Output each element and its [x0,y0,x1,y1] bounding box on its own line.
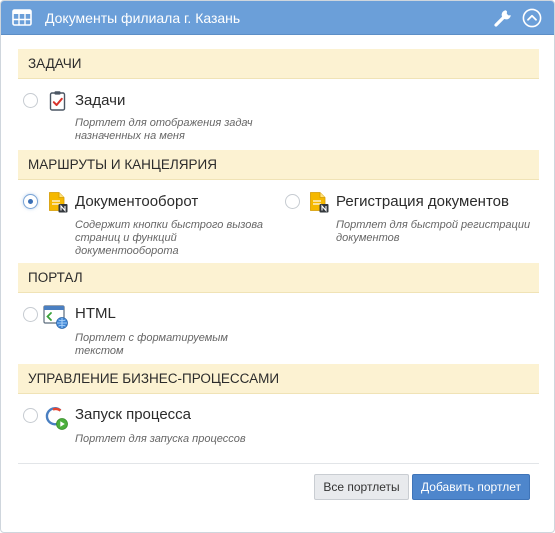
footer-divider [18,463,539,464]
portlet-radio-tasks[interactable] [23,93,38,108]
portlet-name-doc-registration[interactable]: Регистрация документов [336,193,509,211]
document-registration-icon [310,192,329,213]
section-header-bpm: УПРАВЛЕНИЕ БИЗНЕС-ПРОЦЕССАМИ [18,364,539,394]
portlet-desc-docflow: Содержит кнопки быстрого вызова страниц … [75,219,264,257]
portlet-name-process-start[interactable]: Запуск процесса [75,406,191,424]
portlet-desc-process-start: Портлет для запуска процессов [75,433,246,445]
table-grid-icon [12,9,32,26]
html-window-icon [43,305,68,329]
task-clipboard-icon [49,91,66,111]
section-header-portal: ПОРТАЛ [18,263,539,293]
collapse-chevron-up-icon[interactable] [522,8,542,28]
portlet-radio-doc-registration[interactable] [285,194,300,209]
portlet-name-docflow[interactable]: Документооборот [75,193,198,211]
process-start-icon [45,407,68,430]
section-header-routes: МАРШРУТЫ И КАНЦЕЛЯРИЯ [18,150,539,180]
wrench-icon[interactable] [493,8,513,28]
portlet-desc-tasks: Портлет для отображения задач назначенны… [75,117,253,142]
portlet-radio-docflow[interactable] [23,194,38,209]
portlet-name-html[interactable]: HTML [75,305,116,323]
document-flow-icon [49,192,68,213]
dialog-title: Документы филиала г. Казань [45,10,241,26]
all-portlets-button[interactable]: Все портлеты [314,474,409,500]
portlet-radio-html[interactable] [23,307,38,322]
dialog-titlebar: Документы филиала г. Казань [1,1,554,35]
portlet-desc-doc-registration: Портлет для быстрой регистрации документ… [336,219,531,244]
portlet-name-tasks[interactable]: Задачи [75,92,125,110]
portlet-radio-process-start[interactable] [23,408,38,423]
add-portlet-button[interactable]: Добавить портлет [412,474,530,500]
portlet-dialog: Документы филиала г. Казань ЗАДАЧИ Задач… [0,0,555,533]
section-header-tasks: ЗАДАЧИ [18,49,539,79]
portlet-desc-html: Портлет с форматируемым текстом [75,332,228,357]
